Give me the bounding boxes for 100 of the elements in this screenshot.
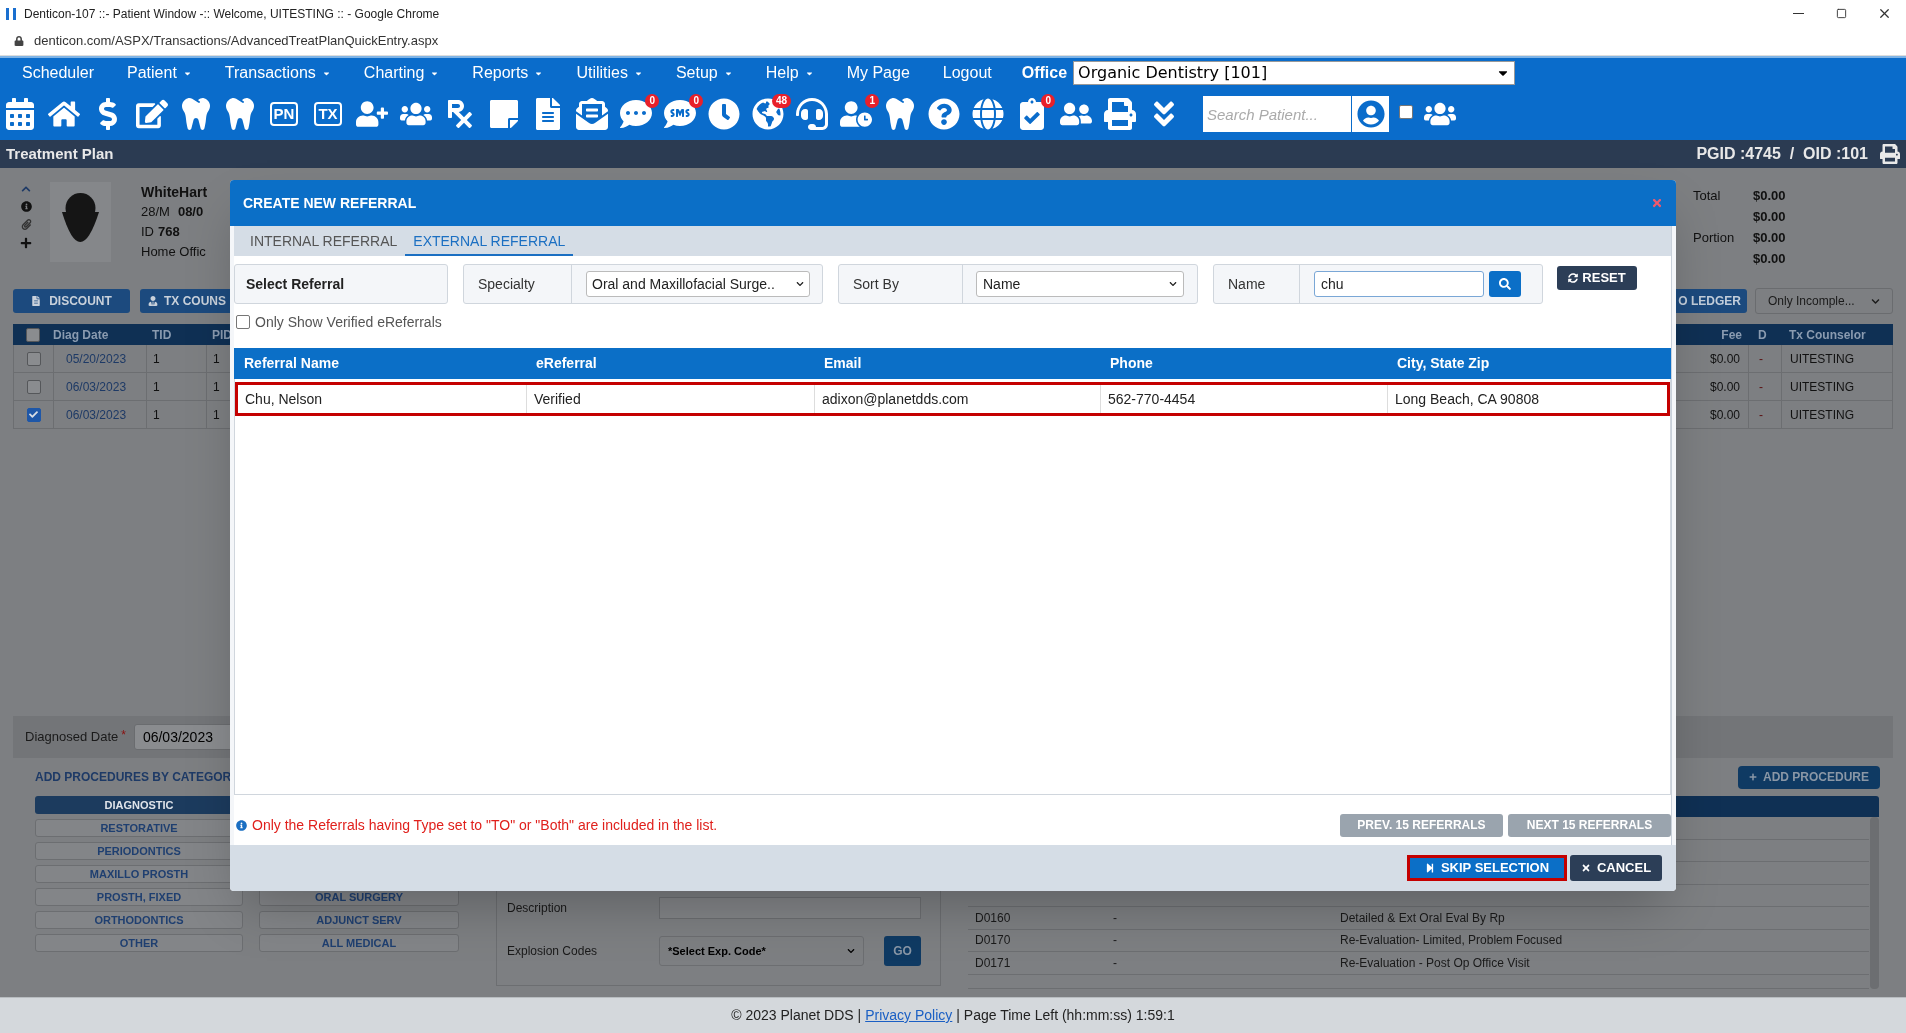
copyright-text: © 2023 Planet DDS | bbox=[731, 1006, 862, 1025]
category-button[interactable]: ADJUNCT SERV bbox=[259, 911, 459, 929]
category-button[interactable]: OTHER bbox=[35, 934, 243, 952]
table-cell-text: 1 bbox=[153, 350, 160, 368]
add-procedure-button[interactable]: ADD PROCEDURE bbox=[1738, 765, 1880, 789]
discount-button[interactable]: DISCOUNT bbox=[13, 289, 130, 313]
category-button[interactable]: ORTHODONTICS bbox=[35, 911, 243, 929]
info-text: Only the Referrals having Type set to "TO" or "Both" are included in the list. bbox=[252, 815, 718, 835]
specialty-label: Specialty bbox=[464, 265, 572, 303]
privacy-link[interactable]: Privacy Policy bbox=[865, 1005, 953, 1026]
menu-item[interactable]: Scheduler bbox=[22, 61, 95, 85]
column-header: Diag Date bbox=[53, 326, 110, 344]
required-mark: * bbox=[121, 727, 126, 744]
checkbox[interactable] bbox=[236, 315, 250, 329]
table-cell: - bbox=[1113, 910, 1117, 925]
patient-dob: 08/0 bbox=[177, 203, 204, 221]
total-value: $0.00 bbox=[1753, 187, 1786, 205]
table-cell-text: 05/20/2023 bbox=[66, 350, 127, 368]
skip-icon bbox=[1424, 863, 1435, 873]
table-cell-text: $0.00 bbox=[1709, 350, 1740, 368]
column-header: Referral Name bbox=[243, 354, 340, 373]
menu-item[interactable]: Utilities bbox=[576, 61, 643, 85]
column-header: City, State Zip bbox=[1396, 354, 1491, 373]
user-search-button[interactable] bbox=[1351, 96, 1389, 132]
printer-icon bbox=[1880, 144, 1900, 164]
info-icon bbox=[236, 819, 247, 831]
table-cell-text: Verified bbox=[534, 389, 581, 409]
scrollbar[interactable] bbox=[1870, 817, 1879, 989]
chevron-down-icon bbox=[847, 947, 855, 955]
person-icon bbox=[148, 296, 158, 306]
search-button[interactable] bbox=[1489, 271, 1521, 297]
maximize-icon bbox=[1836, 8, 1847, 19]
patient-age-sex: 28/M bbox=[141, 203, 170, 221]
info-icon bbox=[20, 201, 32, 212]
go-button[interactable]: GO bbox=[884, 936, 921, 966]
menu-item[interactable]: Setup bbox=[675, 61, 733, 85]
chevron-down-icon bbox=[796, 280, 804, 288]
table-cell-text: $0.00 bbox=[1709, 378, 1740, 396]
tab[interactable]: INTERNAL REFERRAL bbox=[242, 228, 406, 256]
checkbox[interactable] bbox=[26, 379, 41, 394]
menu-item[interactable]: Reports bbox=[472, 61, 544, 85]
reset-button[interactable]: RESET bbox=[1557, 266, 1637, 290]
procedure-row[interactable]: D0170 - Re-Evaluation- Limited, Problem Focused bbox=[968, 929, 1869, 952]
status-filter[interactable]: Only Incomple... bbox=[1755, 288, 1893, 314]
table-cell-text: Long Beach, CA 90808 bbox=[1395, 389, 1539, 409]
name-field[interactable]: chu bbox=[1314, 271, 1484, 297]
search-field[interactable]: Search Patient... bbox=[1203, 96, 1351, 132]
sort-label: Sort By bbox=[839, 265, 963, 303]
sort-select[interactable]: Name bbox=[976, 271, 1184, 297]
office-label: Office bbox=[1021, 63, 1068, 83]
menu-item[interactable]: Patient bbox=[127, 61, 192, 85]
menu-item[interactable]: Help bbox=[765, 61, 814, 85]
procedure-row[interactable]: D0171 - Re-Evaluation - Post Op Office Visit bbox=[968, 952, 1869, 975]
ids-text: PGID :4745 / OID :101 bbox=[1696, 144, 1868, 164]
badge: 0 bbox=[1041, 94, 1055, 108]
skip-selection-button[interactable]: SKIP SELECTION bbox=[1407, 855, 1567, 881]
refresh-icon bbox=[1568, 273, 1579, 283]
diagnosed-label: Diagnosed Date bbox=[25, 728, 119, 747]
category-button[interactable]: ALL MEDICAL bbox=[259, 934, 459, 952]
time-left-text: | Page Time Left (hh:mm:ss) 1:59:1 bbox=[956, 1006, 1175, 1025]
table-cell-text: $0.00 bbox=[1709, 406, 1740, 424]
url-text[interactable]: denticon.com/ASPX/Transactions/AdvancedTreatPlanQuickEntry.aspx bbox=[34, 31, 439, 51]
table-cell: D0170 bbox=[975, 933, 1011, 948]
description-label: Description bbox=[506, 900, 569, 917]
table-cell-text: Chu, Nelson bbox=[245, 389, 323, 409]
cancel-button[interactable]: CANCEL bbox=[1570, 855, 1662, 881]
dialog-title: CREATE NEW REFERRAL bbox=[243, 193, 417, 213]
table-cell-text: 1 bbox=[153, 378, 160, 396]
menu-item[interactable]: Logout bbox=[942, 61, 992, 85]
app-icon bbox=[6, 7, 16, 20]
total-label: Portion bbox=[1693, 230, 1735, 245]
checkbox[interactable] bbox=[26, 327, 40, 342]
checkbox[interactable] bbox=[26, 351, 41, 366]
office-select[interactable]: Organic Dentistry [101] bbox=[1073, 61, 1516, 85]
table-cell-text: UITESTING bbox=[1790, 406, 1854, 424]
procedure-row[interactable]: D0160 - Detailed & Ext Oral Eval By Rp bbox=[968, 907, 1869, 930]
checkbox[interactable] bbox=[26, 407, 41, 422]
description-field[interactable] bbox=[659, 897, 921, 919]
patient-id: 768 bbox=[158, 223, 180, 241]
avatar-icon bbox=[50, 182, 111, 262]
page-title: Treatment Plan bbox=[6, 143, 114, 164]
table-cell: - bbox=[1113, 955, 1117, 970]
table-cell-text: 562-770-4454 bbox=[1108, 389, 1196, 409]
table-cell-text: UITESTING bbox=[1790, 378, 1854, 396]
total-value: $0.00 bbox=[1753, 208, 1786, 226]
window-title: Denticon-107 ::- Patient Window -:: Welcome, UITESTING :: - Google Chrome bbox=[24, 5, 440, 23]
menu-item[interactable]: Transactions bbox=[224, 61, 331, 85]
checkbox[interactable] bbox=[1399, 105, 1413, 119]
specialty-select[interactable]: Oral and Maxillofacial Surge.. bbox=[586, 271, 810, 297]
referral-row[interactable]: Chu, Nelson Verified adixon@planetdds.com 562-770-4454 Long Beach, CA 90808 bbox=[235, 382, 1670, 416]
category-button[interactable]: PROSTH, FIXED bbox=[35, 888, 243, 906]
plus-icon bbox=[20, 237, 32, 249]
badge: 1 bbox=[865, 94, 879, 108]
plus-icon bbox=[1749, 773, 1757, 781]
table-cell-text: 06/03/2023 bbox=[66, 378, 127, 396]
user-icon bbox=[1356, 100, 1385, 128]
explosion-select[interactable]: *Select Exp. Code* bbox=[659, 936, 864, 966]
menu-item[interactable]: My Page bbox=[846, 61, 910, 85]
menu-item[interactable]: Charting bbox=[363, 61, 440, 85]
paperclip-icon bbox=[20, 219, 32, 230]
